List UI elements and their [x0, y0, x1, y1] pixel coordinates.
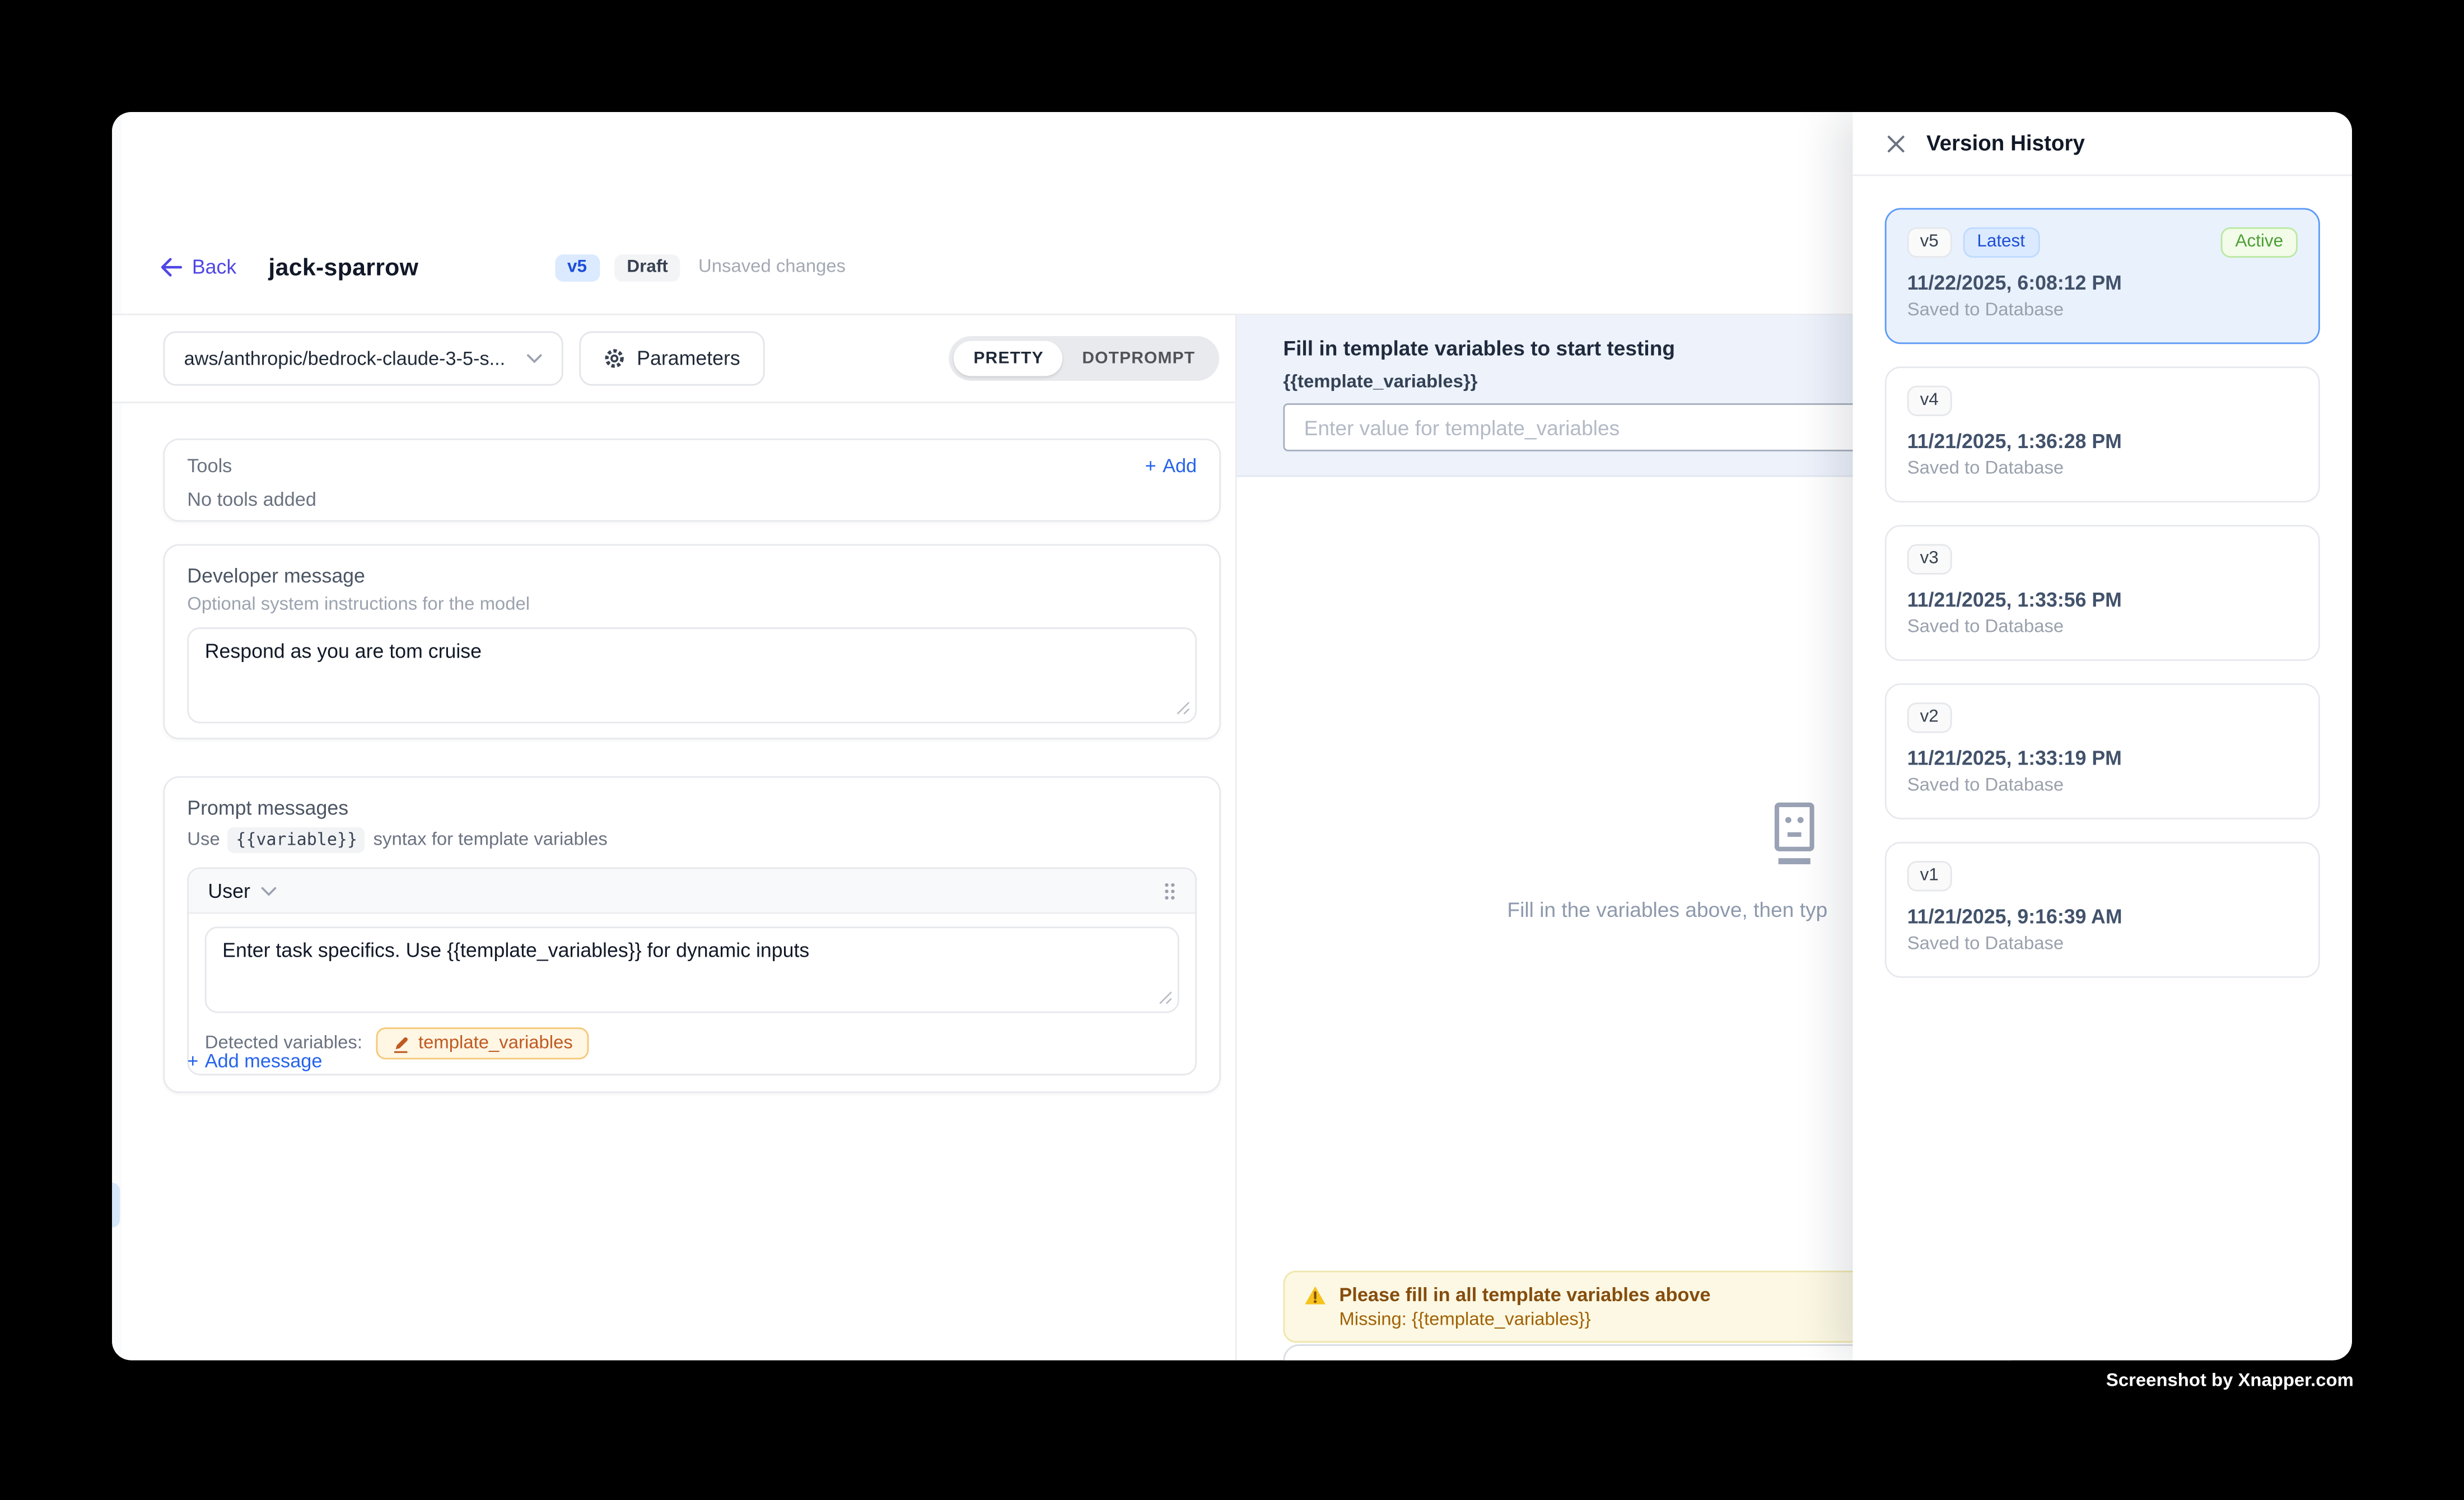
version-status: Saved to Database: [1907, 301, 2298, 320]
message-role-value: User: [208, 879, 250, 902]
plus-icon: +: [1145, 454, 1156, 477]
app-window: Back jack-sparrow v5 Draft Unsaved chang…: [112, 112, 2352, 1361]
detected-variable-name: template_variables: [418, 1034, 573, 1053]
version-card-v4[interactable]: v4 11/21/2025, 1:36:28 PM Saved to Datab…: [1885, 366, 2320, 502]
format-toggle: PRETTY DOTPROMPT: [950, 336, 1219, 381]
developer-message-input[interactable]: Respond as you are tom cruise: [187, 627, 1197, 723]
message-block: User Enter task specifics. Use {{templat…: [187, 868, 1197, 1075]
version-list: v5 Latest Active 11/22/2025, 6:08:12 PM …: [1853, 176, 2352, 1010]
pencil-icon: [393, 1035, 410, 1052]
version-timestamp: 11/22/2025, 6:08:12 PM: [1907, 272, 2298, 295]
version-number-badge: v5: [1907, 227, 1952, 258]
version-history-panel: Version History v5 Latest Active 11/22/2…: [1853, 112, 2352, 1361]
variable-code-chip: {{variable}}: [228, 827, 365, 853]
version-card-v3[interactable]: v3 11/21/2025, 1:33:56 PM Saved to Datab…: [1885, 525, 2320, 661]
back-label: Back: [192, 256, 236, 278]
prompt-messages-card: Prompt messages Use {{variable}} syntax …: [163, 776, 1221, 1093]
bot-icon: [1770, 802, 1819, 874]
empty-state-text: Fill in the variables above, then typ: [1507, 898, 1827, 922]
version-status: Saved to Database: [1907, 776, 2298, 795]
version-card-v5[interactable]: v5 Latest Active 11/22/2025, 6:08:12 PM …: [1885, 208, 2320, 344]
hint-prefix: Use: [187, 831, 220, 850]
detected-variables-row: Detected variables: template_variables: [189, 1019, 1195, 1074]
drag-handle-icon[interactable]: [1163, 881, 1176, 900]
developer-message-subtitle: Optional system instructions for the mod…: [187, 595, 1197, 614]
hint-suffix: syntax for template variables: [374, 831, 608, 850]
toggle-pretty[interactable]: PRETTY: [954, 341, 1063, 376]
close-icon[interactable]: [1887, 134, 1906, 153]
tools-empty-text: No tools added: [187, 488, 1197, 510]
version-status: Saved to Database: [1907, 618, 2298, 637]
add-tool-button[interactable]: + Add: [1145, 454, 1197, 477]
latest-badge: Latest: [1963, 227, 2040, 258]
version-timestamp: 11/21/2025, 1:36:28 PM: [1907, 431, 2298, 453]
message-role-select[interactable]: User: [208, 879, 277, 902]
version-number-badge: v3: [1907, 544, 1952, 575]
version-timestamp: 11/21/2025, 9:16:39 AM: [1907, 906, 2298, 929]
watermark-text: Screenshot by Xnapper.com: [2106, 1372, 2354, 1391]
template-syntax-hint: Use {{variable}} syntax for template var…: [187, 827, 1197, 853]
version-history-header: Version History: [1853, 112, 2352, 176]
tools-card: Tools + Add No tools added: [163, 439, 1221, 522]
unsaved-changes-text: Unsaved changes: [698, 258, 846, 277]
version-timestamp: 11/21/2025, 1:33:19 PM: [1907, 748, 2298, 770]
gear-icon: [603, 347, 626, 370]
detected-variable-chip[interactable]: template_variables: [377, 1027, 589, 1059]
arrow-left-icon: [160, 258, 183, 277]
message-content-input[interactable]: Enter task specifics. Use {{template_var…: [205, 926, 1179, 1013]
add-message-label: Add message: [205, 1050, 323, 1072]
version-status: Saved to Database: [1907, 460, 2298, 479]
left-rail: [112, 112, 122, 1361]
version-number-badge: v4: [1907, 386, 1952, 417]
prompt-messages-title: Prompt messages: [187, 797, 1197, 819]
developer-message-title: Developer message: [187, 565, 1197, 588]
version-history-title: Version History: [1926, 131, 2085, 155]
developer-message-card: Developer message Optional system instru…: [163, 544, 1221, 739]
model-select[interactable]: aws/anthropic/bedrock-claude-3-5-s...: [163, 331, 563, 385]
chevron-down-icon: [526, 353, 543, 363]
add-tool-label: Add: [1163, 454, 1197, 477]
parameters-button[interactable]: Parameters: [579, 331, 764, 385]
plus-icon: +: [187, 1050, 198, 1072]
message-header: User: [189, 869, 1195, 914]
warning-title: Please fill in all template variables ab…: [1339, 1283, 1710, 1306]
page-header: Back jack-sparrow v5 Draft Unsaved chang…: [160, 246, 846, 288]
toggle-dotprompt[interactable]: DOTPROMPT: [1063, 341, 1215, 376]
screenshot-stage: Back jack-sparrow v5 Draft Unsaved chang…: [0, 0, 2464, 1500]
warning-icon: [1304, 1284, 1327, 1305]
add-message-button[interactable]: + Add message: [187, 1050, 322, 1072]
version-number-badge: v2: [1907, 702, 1952, 733]
chevron-down-icon: [262, 886, 278, 895]
model-select-value: aws/anthropic/bedrock-claude-3-5-s...: [184, 347, 514, 370]
page-title: jack-sparrow: [268, 254, 418, 281]
draft-badge: Draft: [614, 254, 681, 281]
version-card-v1[interactable]: v1 11/21/2025, 9:16:39 AM Saved to Datab…: [1885, 842, 2320, 978]
version-status: Saved to Database: [1907, 935, 2298, 954]
parameters-label: Parameters: [637, 347, 740, 370]
version-card-v2[interactable]: v2 11/21/2025, 1:33:19 PM Saved to Datab…: [1885, 683, 2320, 819]
tools-title: Tools: [187, 454, 232, 477]
active-badge: Active: [2221, 227, 2298, 258]
sidebar-peek-pill[interactable]: [112, 1182, 120, 1227]
version-number-badge: v1: [1907, 861, 1952, 892]
version-badge: v5: [554, 254, 600, 281]
version-timestamp: 11/21/2025, 1:33:56 PM: [1907, 589, 2298, 612]
back-button[interactable]: Back: [160, 256, 237, 278]
editor-toolbar: aws/anthropic/bedrock-claude-3-5-s... Pa…: [112, 315, 1235, 403]
